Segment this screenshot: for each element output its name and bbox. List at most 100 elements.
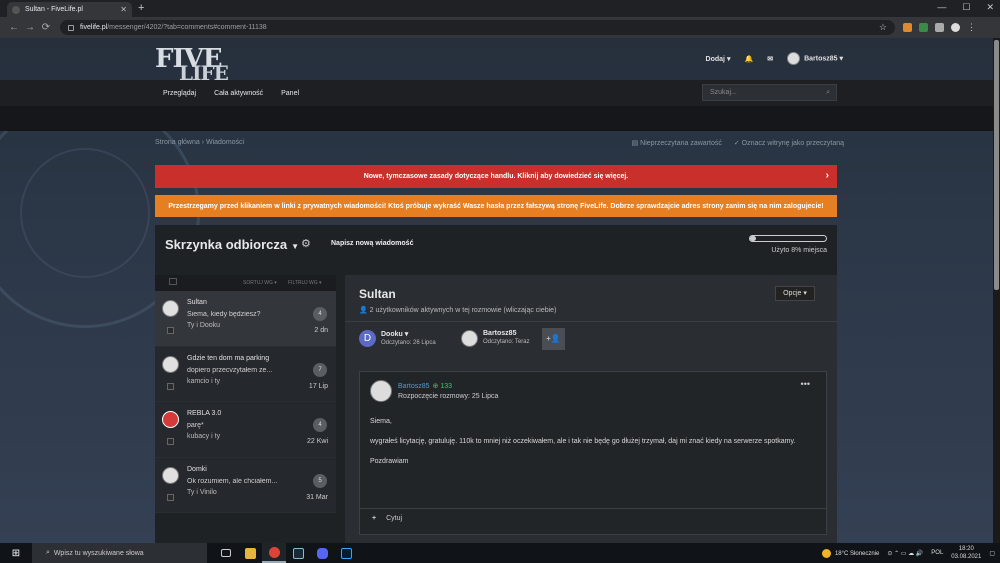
conversation-checkbox[interactable] <box>167 493 174 501</box>
avatar <box>162 355 179 373</box>
list-item[interactable]: REBLA 3.0 parę* kubacy i ty 4 22 Kwi <box>155 402 336 458</box>
conversation-checkbox[interactable] <box>167 438 174 445</box>
browser-tab-strip: Sultan - FiveLife.pl ✕ + — ☐ ✕ <box>0 0 1000 17</box>
add-dropdown[interactable]: Dodaj ▾ <box>706 55 731 63</box>
envelope-icon[interactable]: ✉ <box>767 55 773 63</box>
bell-icon[interactable]: 🔔 <box>744 55 753 63</box>
discord-icon[interactable] <box>310 543 334 563</box>
tray-icons[interactable]: ⊙ ⌃ ▭ ☁ 🔊 <box>887 550 923 557</box>
profile-icon[interactable] <box>951 23 960 32</box>
close-window-icon[interactable]: ✕ <box>986 2 994 13</box>
favicon-icon <box>12 5 20 14</box>
storage-quota: Użyto 8% miejsca <box>747 235 827 254</box>
participant-bartosz[interactable]: Bartosz85 Odczytano: Teraz <box>461 330 530 347</box>
divider <box>345 321 837 322</box>
language-indicator[interactable]: POL <box>931 550 943 556</box>
sun-icon <box>821 548 831 558</box>
weather-widget[interactable]: 18°C Słonecznie <box>821 548 879 558</box>
conversation-participants: kubacy i ty <box>187 433 221 440</box>
search-icon[interactable]: ⌕ <box>826 85 830 100</box>
conversation-title: Gdzie ten dom ma parking <box>187 354 270 362</box>
avatar <box>162 411 179 428</box>
user-bar: Dodaj ▾ 🔔 ✉ Bartosz85 ▾ <box>706 52 843 65</box>
inbox-title[interactable]: Skrzynka odbiorcza ▼ <box>165 237 299 252</box>
breadcrumb-actions: ▤ Nieprzeczytana zawartość ✓ Oznacz witr… <box>632 139 844 147</box>
participant-name[interactable]: Dooku ▾ <box>381 330 436 338</box>
chrome-icon[interactable] <box>262 543 286 563</box>
reputation-badge: ⊕ 133 <box>432 383 453 390</box>
site-logo[interactable]: FIVE LIFE <box>155 40 230 85</box>
conversation-participants: Ty i Vinilo <box>187 488 217 496</box>
search-input[interactable]: Szukaj... ⌕ <box>702 84 837 101</box>
conversation-snippet: parę* <box>187 422 204 429</box>
photoshop-icon[interactable] <box>334 543 358 563</box>
nav-browse[interactable]: Przeglądaj <box>163 90 196 97</box>
task-view-icon[interactable] <box>214 543 238 563</box>
nav-panel[interactable]: Panel <box>281 90 299 97</box>
sort-dropdown[interactable]: SORTUJ WG ▾ <box>243 280 277 286</box>
avatar <box>162 300 179 317</box>
clock[interactable]: 18:20 03.08.2021 <box>951 545 981 561</box>
new-tab-button[interactable]: + <box>138 2 144 14</box>
page-scrollbar[interactable] <box>993 38 1000 543</box>
conversation-snippet: Ok rozumiem, ale chciałem... <box>187 477 278 485</box>
post-started-date: Rozpoczęcie rozmowy: 25 Lipca <box>398 393 499 400</box>
quote-button[interactable]: + Cytuj <box>372 515 402 522</box>
more-options-icon[interactable]: ••• <box>801 379 810 389</box>
url-input[interactable]: fivelife.pl /messenger/4202/?tab=comment… <box>60 20 895 35</box>
add-participant-button[interactable]: +👤 <box>542 328 565 350</box>
list-item[interactable]: Sultan Siema, kiedy będziesz? Ty i Dooku… <box>155 291 336 347</box>
main-nav: Przeglądaj Cała aktywność Panel Szukaj..… <box>0 80 993 106</box>
conversation-checkbox[interactable] <box>167 327 174 334</box>
messenger-panel: Skrzynka odbiorcza ▼ ⚙ Napisz nową wiadom… <box>155 225 837 543</box>
trade-rules-alert[interactable]: Nowe, tymczasowe zasady dotyczące handlu… <box>155 165 837 188</box>
filter-dropdown[interactable]: FILTRUJ WG ▾ <box>288 280 322 286</box>
reload-icon[interactable]: ⟳ <box>38 22 54 33</box>
puzzle-icon[interactable] <box>935 23 944 32</box>
menu-kebab-icon[interactable]: ⋮ <box>967 22 976 33</box>
url-domain: fivelife.pl <box>80 24 108 31</box>
maximize-icon[interactable]: ☐ <box>962 2 970 13</box>
extension-icon[interactable] <box>903 23 912 32</box>
breadcrumb[interactable]: Strona główna › Wiadomości <box>155 139 244 146</box>
unread-content-link[interactable]: ▤ Nieprzeczytana zawartość <box>632 139 722 147</box>
conversation-checkbox[interactable] <box>167 382 174 390</box>
thread-title: Sultan <box>359 287 396 301</box>
participant-dooku[interactable]: D Dooku ▾ Odczytano: 26 Lipca <box>359 330 436 347</box>
bookmark-star-icon[interactable]: ☆ <box>879 22 887 33</box>
gear-icon[interactable]: ⚙ <box>301 237 311 250</box>
post-author[interactable]: Bartosz85 ⊕ 133 <box>398 382 452 390</box>
steam-icon[interactable] <box>286 543 310 563</box>
extension-icon[interactable] <box>919 23 928 32</box>
user-menu[interactable]: Bartosz85 ▾ <box>787 52 843 65</box>
conversation-participants: Ty i Dooku <box>187 322 221 329</box>
taskbar-search-input[interactable]: ⌕ Wpisz tu wyszukiwane słowa <box>32 543 207 563</box>
avatar[interactable] <box>370 380 392 402</box>
notification-icon[interactable]: ▢ <box>989 550 995 557</box>
reply-count-badge: 7 <box>313 362 327 377</box>
new-message-button[interactable]: Napisz nową wiadomość <box>331 240 413 247</box>
conversation-date: 2 dn <box>314 327 328 334</box>
extension-icons: ⋮ <box>903 22 976 33</box>
close-tab-icon[interactable]: ✕ <box>120 5 127 14</box>
windows-start-icon[interactable]: ⊞ <box>0 548 32 559</box>
mark-read-link[interactable]: ✓ Oznacz witrynę jako przeczytaną <box>734 139 844 147</box>
minimize-icon[interactable]: — <box>937 2 946 13</box>
window-controls: — ☐ ✕ <box>937 2 994 13</box>
participant-read-status: Odczytano: 26 Lipca <box>381 340 436 346</box>
list-item[interactable]: Domki Ok rozumiem, ale chciałem... Ty i … <box>155 457 336 513</box>
options-button[interactable]: Opcje ▾ <box>775 286 815 301</box>
browser-tab[interactable]: Sultan - FiveLife.pl ✕ <box>7 2 132 17</box>
scrollbar-thumb[interactable] <box>994 40 999 290</box>
conversation-date: 17 Lip <box>308 382 328 390</box>
list-item[interactable]: Gdzie ten dom ma parking dopiero przecvz… <box>155 346 336 402</box>
avatar <box>787 52 801 65</box>
windows-taskbar: ⊞ ⌕ Wpisz tu wyszukiwane słowa 18°C Słon… <box>0 543 1000 563</box>
conversation-thread: Sultan 👤 2 użytkowników aktywnych w tej … <box>345 275 837 543</box>
lock-icon <box>68 24 74 31</box>
file-explorer-icon[interactable] <box>238 543 262 563</box>
select-all-checkbox[interactable] <box>169 278 177 285</box>
forward-icon[interactable]: → <box>22 22 38 33</box>
nav-all-activity[interactable]: Cała aktywność <box>214 90 263 97</box>
back-icon[interactable]: ← <box>6 22 22 33</box>
